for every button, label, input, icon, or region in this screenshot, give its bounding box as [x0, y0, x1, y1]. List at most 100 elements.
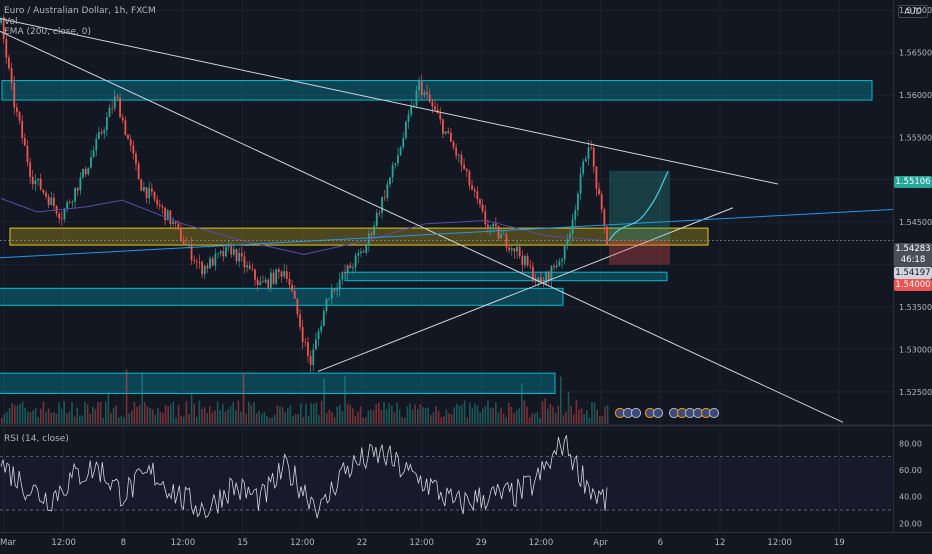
volume-bar	[586, 410, 588, 424]
event-icon[interactable]	[652, 407, 664, 419]
long-position-tool[interactable]	[608, 170, 670, 265]
candle-body	[352, 267, 354, 269]
candle-body	[37, 178, 39, 181]
candle	[201, 260, 204, 279]
candle-body	[68, 202, 71, 203]
candle-body	[502, 234, 505, 235]
volume-bar	[445, 409, 448, 424]
price-tick-label: 1.56500	[899, 49, 932, 58]
volume-bar	[266, 415, 268, 424]
candle	[325, 298, 328, 315]
volume-bar	[294, 413, 297, 424]
candle-body	[79, 177, 82, 191]
candle-body	[238, 252, 241, 262]
candle	[235, 248, 238, 265]
volume-bar	[229, 406, 232, 424]
currency-label[interactable]: AUD	[898, 5, 928, 18]
candle	[479, 198, 481, 209]
candle	[92, 145, 95, 159]
candle	[463, 158, 466, 170]
volume-bar	[557, 405, 559, 424]
candle-body	[550, 265, 553, 281]
volume-bar	[505, 417, 507, 424]
volume-bar	[588, 417, 591, 424]
rsi-indicator-label[interactable]: RSI (14, close)	[4, 434, 69, 444]
volume-bar	[118, 417, 120, 424]
price-tick-label: 1.56000	[899, 91, 932, 100]
candle	[209, 255, 211, 270]
candle	[399, 145, 402, 157]
volume-bar	[97, 402, 99, 424]
candle-body	[195, 261, 198, 263]
volume-bar	[562, 415, 565, 424]
candle	[444, 131, 447, 135]
volume-bar	[167, 406, 169, 424]
volume-bar	[502, 413, 505, 424]
candle-body	[497, 226, 500, 239]
volume-bar	[541, 401, 544, 424]
candle-body	[476, 191, 479, 200]
volume-bar	[287, 408, 289, 424]
time-axis-labels[interactable]: Mar 12:00 8 12:00 15 12:00 22 12:00 29 12:00 Apr 6 1…	[0, 538, 845, 548]
candle-body	[235, 249, 238, 262]
candle	[389, 177, 391, 188]
symbol-title[interactable]: Euro / Australian Dollar, 1h, FXCM	[4, 6, 156, 17]
volume-bar	[580, 408, 583, 424]
candle-body	[158, 204, 161, 207]
candle	[82, 168, 84, 180]
candle	[277, 267, 280, 279]
volume-bar	[232, 402, 234, 424]
volume-bar	[151, 409, 154, 424]
event-icon[interactable]	[630, 407, 642, 419]
candle-body	[394, 163, 397, 166]
time-tick-label: 12:00	[51, 538, 76, 548]
candle	[90, 149, 92, 169]
candle-body	[481, 204, 484, 212]
candle-body	[595, 166, 598, 189]
candle-body	[74, 187, 76, 202]
candle-body	[518, 246, 521, 257]
candle-body	[391, 165, 394, 178]
chart-canvas[interactable]: 1.570001.565001.560001.555001.550001.545…	[0, 0, 932, 550]
candle	[180, 222, 182, 242]
candle-body	[516, 246, 518, 252]
candle-body	[283, 271, 286, 277]
volume-bar	[240, 411, 242, 424]
volume-bar	[560, 376, 562, 424]
volume-bar	[170, 404, 172, 424]
volume-bar	[154, 415, 156, 424]
candle-body	[354, 255, 357, 268]
candle	[595, 165, 598, 197]
volume-bar	[565, 411, 567, 424]
candle-body	[230, 246, 233, 255]
candle-body	[428, 94, 431, 102]
candle	[15, 103, 18, 118]
candle-body	[142, 187, 145, 191]
candle-body	[95, 138, 98, 151]
descending-trendline-upper[interactable]	[0, 18, 779, 185]
candle	[137, 160, 140, 180]
candle-body	[410, 106, 413, 115]
candle-body	[100, 132, 103, 134]
volume-bar	[591, 401, 593, 424]
event-icon[interactable]	[708, 407, 720, 419]
volume-bar	[547, 408, 549, 424]
price-axis-labels[interactable]: 1.570001.565001.560001.555001.550001.545…	[899, 6, 932, 397]
stop-zone[interactable]	[609, 240, 670, 265]
ema-indicator-label[interactable]: EMA (200, close, 0)	[4, 27, 156, 38]
volume-bar	[310, 403, 312, 424]
candle	[532, 261, 534, 283]
volume-bar	[292, 416, 294, 424]
volume-bar	[224, 411, 227, 424]
volume-bar	[159, 411, 162, 424]
candle	[98, 126, 100, 140]
candle-body	[190, 243, 193, 261]
candle-body	[415, 90, 418, 106]
candle-body	[66, 202, 69, 210]
candle-body	[206, 265, 209, 269]
candle-body	[135, 153, 137, 164]
economic-event-icons[interactable]	[614, 407, 720, 419]
volume-indicator-label[interactable]: Vol	[4, 17, 156, 28]
trendline-drawings[interactable]	[0, 18, 893, 423]
candle-body	[344, 272, 346, 274]
